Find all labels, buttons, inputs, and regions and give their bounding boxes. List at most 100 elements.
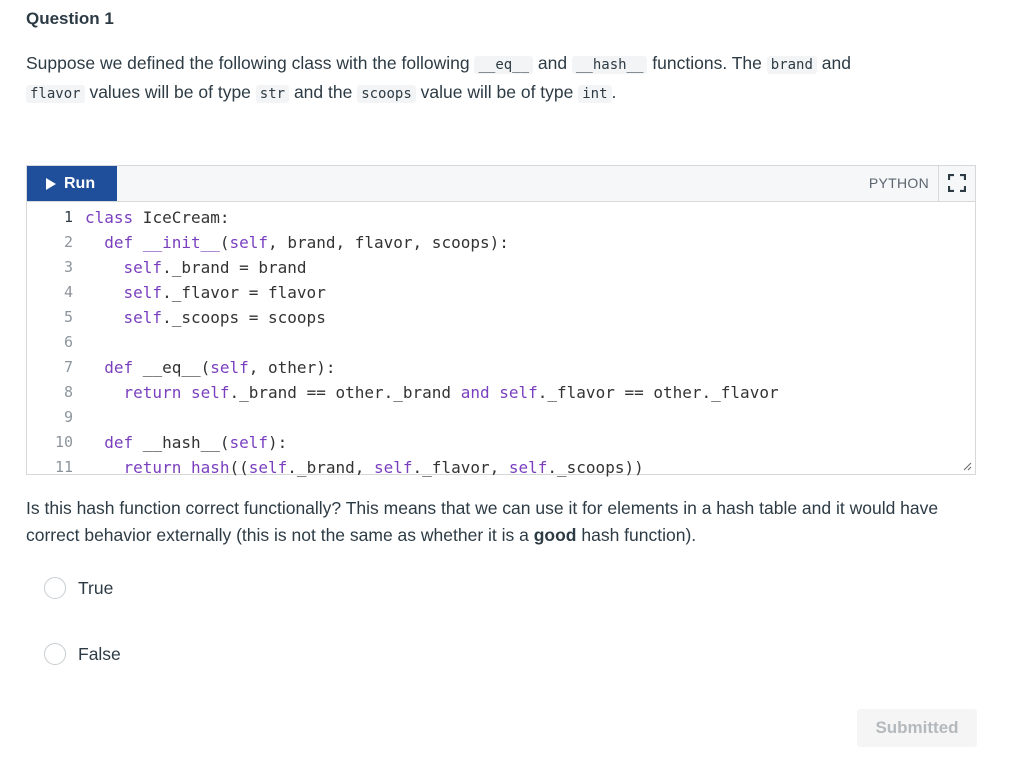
code-keyword: self	[229, 233, 269, 252]
code-token: ._scoops))	[547, 458, 644, 477]
code-line[interactable]: 8 return self._brand == other._brand and…	[27, 380, 975, 405]
run-button[interactable]: Run	[27, 166, 117, 201]
line-number: 4	[63, 283, 73, 301]
code-text: self._brand = brand	[85, 255, 307, 280]
code-keyword: return	[123, 458, 182, 477]
prompt-text: values will be of type	[84, 82, 256, 102]
run-label: Run	[64, 174, 96, 192]
code-token: IceCream:	[133, 208, 230, 227]
prompt-text: Suppose we defined the following class w…	[26, 53, 475, 73]
line-number: 3	[63, 258, 73, 276]
code-line[interactable]: 2 def __init__(self, brand, flavor, scoo…	[27, 230, 975, 255]
inline-code-eq: __eq__	[474, 56, 534, 74]
code-keyword: self	[374, 458, 413, 477]
code-line[interactable]: 6	[27, 330, 975, 355]
line-number: 10	[54, 433, 73, 451]
language-label: PYTHON	[868, 175, 929, 191]
code-token: __hash__(	[133, 433, 230, 452]
question-text: Is this hash function correct functional…	[26, 498, 939, 545]
code-line[interactable]: 5 self._scoops = scoops	[27, 305, 975, 330]
code-token: , other):	[248, 358, 336, 377]
fullscreen-icon[interactable]	[948, 174, 966, 192]
code-token: (	[219, 233, 230, 252]
code-keyword: self	[123, 308, 163, 327]
code-keyword: self	[229, 433, 269, 452]
code-token: ._flavor = flavor	[162, 283, 326, 302]
code-line[interactable]: 10 def __hash__(self):	[27, 430, 975, 455]
code-keyword: self	[123, 258, 163, 277]
submitted-button[interactable]: Submitted	[857, 709, 977, 747]
code-line[interactable]: 1 class IceCream:	[27, 205, 975, 230]
prompt-text: .	[611, 82, 617, 102]
question-body: Is this hash function correct functional…	[26, 495, 986, 549]
code-token: ._flavor == other._flavor	[537, 383, 779, 402]
line-number: 9	[63, 408, 73, 426]
prompt-text: and	[533, 53, 572, 73]
code-keyword: self	[123, 283, 163, 302]
code-keyword: self	[210, 358, 249, 377]
prompt-text: and	[816, 53, 851, 73]
question-text: hash function).	[576, 525, 697, 545]
question-bold-text: good	[533, 525, 577, 545]
code-text: def __init__(self, brand, flavor, scoops…	[85, 230, 509, 255]
prompt-text: functions. The	[647, 53, 767, 73]
code-line[interactable]: 3 self._brand = brand	[27, 255, 975, 280]
option-false[interactable]: False	[44, 643, 121, 665]
code-keyword: and	[460, 383, 490, 402]
code-text: class IceCream:	[85, 205, 230, 230]
code-line[interactable]: 4 self._flavor = flavor	[27, 280, 975, 305]
option-true[interactable]: True	[44, 577, 113, 599]
code-keyword: def	[104, 433, 134, 452]
code-line[interactable]: 11 return hash((self._brand, self._flavo…	[27, 455, 975, 480]
radio-true[interactable]	[44, 577, 66, 599]
code-token: , brand, flavor, scoops):	[268, 233, 509, 252]
prompt-text: and the	[289, 82, 358, 102]
inline-code-str: str	[255, 85, 290, 103]
code-token: ._brand == other._brand	[229, 383, 461, 402]
code-text: def __eq__(self, other):	[85, 355, 335, 380]
code-keyword: def	[104, 358, 134, 377]
code-keyword: def	[104, 233, 134, 252]
code-line[interactable]: 9	[27, 405, 975, 430]
line-number: 8	[63, 383, 73, 401]
code-keyword: hash	[190, 458, 230, 477]
code-text: self._flavor = flavor	[85, 280, 326, 305]
code-keyword: return	[123, 383, 182, 402]
inline-code-int: int	[578, 85, 612, 103]
inline-code-hash: __hash__	[571, 56, 648, 74]
code-keyword: class	[85, 208, 134, 227]
inline-code-flavor: flavor	[26, 85, 85, 103]
code-token: ._scoops = scoops	[162, 308, 326, 327]
code-token: ._brand,	[287, 458, 374, 477]
resize-handle-icon[interactable]	[962, 461, 972, 471]
code-keyword: __init__	[142, 233, 220, 252]
editor-toolbar: Run PYTHON	[27, 166, 975, 202]
line-number: 1	[63, 208, 73, 226]
line-number: 7	[63, 358, 73, 376]
option-label: False	[78, 643, 121, 664]
code-area[interactable]: 1 class IceCream: 2 def __init__(self, bra…	[27, 202, 975, 480]
code-keyword: self	[190, 383, 230, 402]
code-editor[interactable]: Run PYTHON 1 class IceCream: 2 def __init_…	[26, 165, 976, 477]
code-token: ._flavor,	[412, 458, 509, 477]
code-text: self._scoops = scoops	[85, 305, 326, 330]
radio-false[interactable]	[44, 643, 66, 665]
code-keyword: self	[248, 458, 288, 477]
prompt-text: value will be of type	[415, 82, 579, 102]
question-prompt: Suppose we defined the following class w…	[26, 50, 986, 108]
question-title: Question 1	[26, 9, 114, 28]
code-line[interactable]: 7 def __eq__(self, other):	[27, 355, 975, 380]
line-number: 2	[63, 233, 73, 251]
code-token: ._brand = brand	[162, 258, 307, 277]
line-number: 6	[63, 333, 73, 351]
